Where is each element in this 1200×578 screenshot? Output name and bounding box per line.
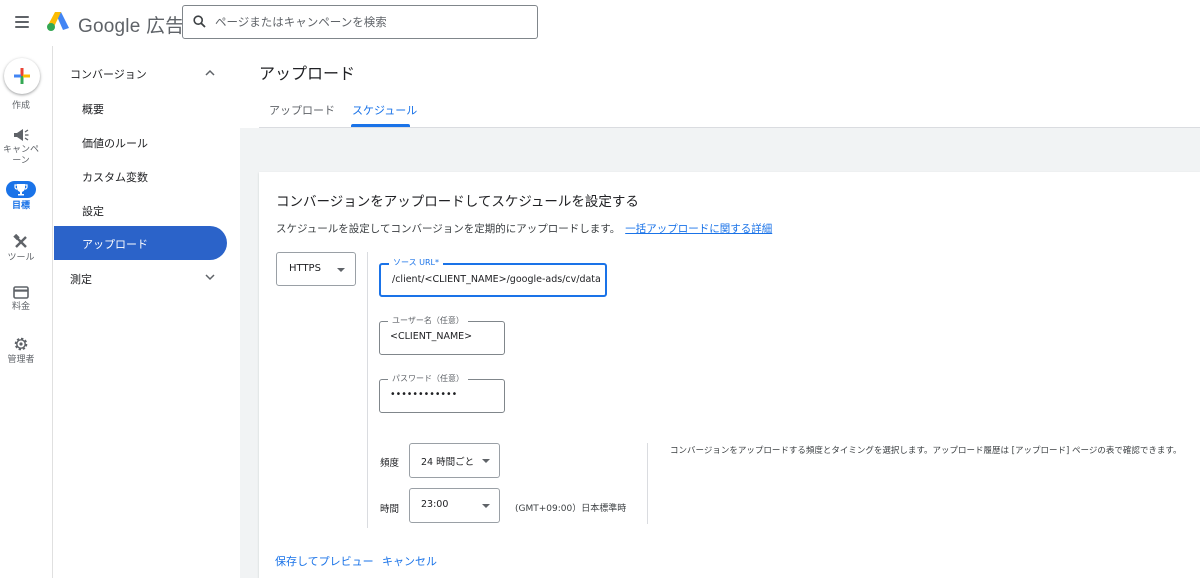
card-description: スケジュールを設定してコンバージョンを定期的にアップロードします。 一括アップロー… — [276, 221, 772, 236]
rail-item-billing[interactable]: 料金 — [0, 286, 42, 313]
subnav-item-value-rules[interactable]: 価値のルール — [82, 135, 148, 151]
time-value: 23:00 — [421, 499, 449, 510]
frequency-value: 24 時間ごと — [421, 457, 475, 468]
subnav-item-settings[interactable]: 設定 — [82, 203, 104, 219]
chevron-up-icon[interactable] — [205, 69, 215, 76]
tab-schedule[interactable]: スケジュール — [352, 102, 417, 118]
subnav-item-overview[interactable]: 概要 — [82, 101, 104, 117]
rail-label-goals: 目標 — [11, 201, 30, 211]
brand-name: Google — [78, 16, 141, 37]
time-label: 時間 — [380, 504, 400, 515]
create-button[interactable] — [4, 58, 40, 94]
search-icon — [193, 15, 206, 28]
top-bar: Google 広告 — [0, 0, 1200, 46]
time-select[interactable]: 23:00 — [409, 488, 500, 523]
username-input[interactable] — [390, 331, 498, 342]
username-label: ユーザー名（任意） — [388, 315, 468, 326]
subnav-section-measurement[interactable]: 測定 — [70, 271, 92, 287]
source-url-label: ソース URL* — [389, 257, 444, 268]
password-label: パスワード（任意） — [388, 373, 468, 384]
subnav-section-conversions[interactable]: コンバージョン — [70, 66, 147, 82]
frequency-select[interactable]: 24 時間ごと — [409, 443, 500, 478]
dropdown-caret-icon — [482, 504, 490, 508]
dropdown-caret-icon — [482, 459, 490, 463]
rail-label-campaigns: キャンペーン — [2, 145, 39, 166]
conversion-subnav: コンバージョン 概要 価値のルール カスタム変数 設定 アップロード 測定 — [54, 46, 240, 578]
dropdown-caret-icon — [337, 268, 345, 272]
cancel-button[interactable]: キャンセル — [382, 553, 437, 569]
rail-item-create[interactable]: 作成 — [0, 98, 42, 112]
card-description-text: スケジュールを設定してコンバージョンを定期的にアップロードします。 — [276, 223, 621, 235]
brand-title: Google 広告 — [78, 11, 184, 38]
password-field[interactable]: パスワード（任意） — [379, 373, 505, 413]
rail-item-admin[interactable]: 管理者 — [0, 336, 42, 366]
protocol-select[interactable]: HTTPS — [276, 252, 356, 286]
subnav-item-custom-variables[interactable]: カスタム変数 — [82, 169, 148, 185]
form-divider — [367, 252, 368, 528]
chevron-down-icon[interactable] — [205, 274, 215, 281]
rail-item-campaigns[interactable]: キャンペーン — [0, 128, 42, 167]
rail-label-billing: 料金 — [11, 302, 30, 312]
password-input[interactable] — [390, 389, 498, 400]
timezone-label: (GMT+09:00）日本標準時 — [515, 504, 627, 514]
tab-upload[interactable]: アップロード — [269, 102, 335, 118]
plus-icon — [14, 68, 30, 84]
protocol-value: HTTPS — [289, 263, 321, 274]
left-rail: 作成 キャンペーン 目標 ツール 料金 管理者 — [0, 46, 53, 578]
save-preview-button[interactable]: 保存してプレビュー — [275, 553, 374, 569]
page-title: アップロード — [259, 64, 356, 83]
menu-icon[interactable] — [12, 11, 34, 33]
username-field[interactable]: ユーザー名（任意） — [379, 315, 505, 355]
credit-card-icon — [13, 286, 29, 299]
frequency-label: 頻度 — [380, 458, 400, 469]
search-box[interactable] — [182, 5, 538, 39]
schedule-help-text: コンバージョンをアップロードする頻度とタイミングを選択します。アップロード履歴は… — [670, 446, 1182, 456]
rail-label-admin: 管理者 — [7, 355, 35, 365]
source-url-input[interactable] — [392, 274, 600, 285]
brand-suffix: 広告 — [145, 16, 185, 37]
rail-label-tools: ツール — [7, 253, 35, 263]
trophy-icon — [14, 184, 28, 196]
subnav-item-uploads-label: アップロード — [82, 238, 148, 251]
help-divider — [647, 443, 648, 524]
rail-item-goals[interactable]: 目標 — [0, 181, 42, 212]
rail-item-tools[interactable]: ツール — [0, 234, 42, 264]
google-ads-logo-icon — [47, 12, 69, 31]
source-url-field[interactable]: ソース URL* — [379, 257, 607, 297]
tools-icon — [13, 234, 27, 248]
rail-label-create: 作成 — [11, 101, 30, 111]
subnav-item-uploads[interactable]: アップロード — [54, 226, 227, 260]
card-title: コンバージョンをアップロードしてスケジュールを設定する — [276, 194, 639, 210]
active-pill — [6, 181, 36, 198]
gear-icon — [14, 337, 28, 351]
search-input[interactable] — [213, 8, 533, 36]
megaphone-icon — [14, 129, 29, 141]
bulk-upload-help-link[interactable]: 一括アップロードに関する詳細 — [625, 223, 772, 235]
tabs-divider — [259, 127, 1200, 128]
